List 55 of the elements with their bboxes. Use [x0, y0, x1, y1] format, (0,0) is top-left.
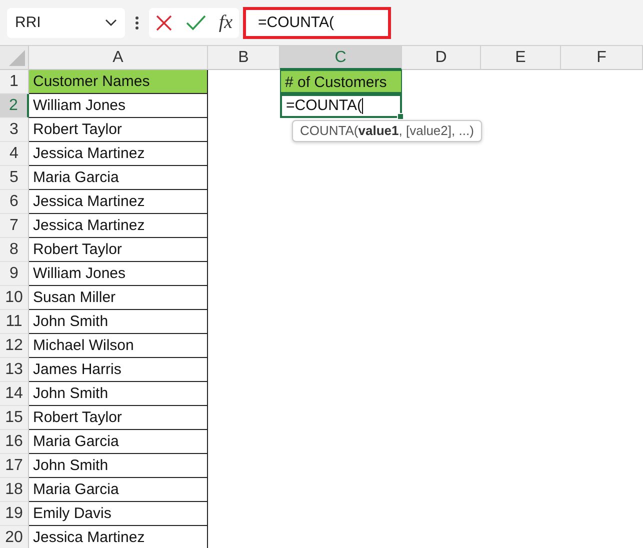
function-tooltip: COUNTA(value1, [value2], ...) [292, 120, 482, 142]
table-cell: Maria Garcia [29, 478, 208, 502]
table-cell: James Harris [29, 358, 208, 382]
table-cell: Emily Davis [29, 502, 208, 526]
row-header[interactable]: 17 [0, 454, 29, 478]
caret-icon [105, 18, 117, 26]
row-header[interactable]: 6 [0, 190, 29, 214]
insert-function-button[interactable]: fx [218, 12, 233, 34]
row-header[interactable]: 14 [0, 382, 29, 406]
table-cell: John Smith [29, 454, 208, 478]
row-header[interactable]: 13 [0, 358, 29, 382]
row-header[interactable]: 19 [0, 502, 29, 526]
table-cell: Customer Names [29, 70, 208, 94]
more-options-icon[interactable] [135, 16, 139, 30]
row-header[interactable]: 4 [0, 142, 29, 166]
row-header[interactable]: 3 [0, 118, 29, 142]
row-header[interactable]: 16 [0, 430, 29, 454]
table-cell: Jessica Martinez [29, 142, 208, 166]
row-header[interactable]: 12 [0, 334, 29, 358]
row-header[interactable]: 20 [0, 526, 29, 548]
table-cell: John Smith [29, 382, 208, 406]
table-cell: Robert Taylor [29, 406, 208, 430]
column-header[interactable]: F [561, 46, 643, 70]
column-header[interactable]: D [402, 46, 481, 70]
row-header[interactable]: 15 [0, 406, 29, 430]
row-header[interactable]: 1 [0, 70, 29, 94]
table-cell: John Smith [29, 310, 208, 334]
row-header[interactable]: 11 [0, 310, 29, 334]
row-header[interactable]: 18 [0, 478, 29, 502]
cancel-icon[interactable] [155, 14, 174, 32]
row-header[interactable]: 5 [0, 166, 29, 190]
table-cell: Maria Garcia [29, 430, 208, 454]
table-cell: William Jones [29, 262, 208, 286]
table-cell: Jessica Martinez [29, 526, 208, 548]
enter-icon[interactable] [186, 14, 206, 30]
column-header[interactable]: C [280, 46, 402, 70]
table-cell: Jessica Martinez [29, 214, 208, 238]
table-cell: Robert Taylor [29, 238, 208, 262]
table-cell: Maria Garcia [29, 166, 208, 190]
row-header[interactable]: 2 [0, 94, 29, 118]
column-header[interactable]: A [29, 46, 208, 70]
row-header[interactable]: 8 [0, 238, 29, 262]
column-header[interactable]: E [481, 46, 561, 70]
table-cell: # of Customers [280, 70, 402, 94]
table-cell: Susan Miller [29, 286, 208, 310]
column-header[interactable]: B [208, 46, 280, 70]
table-cell: Michael Wilson [29, 334, 208, 358]
formula-field[interactable]: =COUNTA( [243, 6, 391, 38]
row-header[interactable]: 7 [0, 214, 29, 238]
table-cell: Jessica Martinez [29, 190, 208, 214]
row-header[interactable]: 9 [0, 262, 29, 286]
row-header[interactable]: 10 [0, 286, 29, 310]
table-cell: Robert Taylor [29, 118, 208, 142]
name-box[interactable]: RRI [7, 8, 125, 38]
table-cell: William Jones [29, 94, 208, 118]
